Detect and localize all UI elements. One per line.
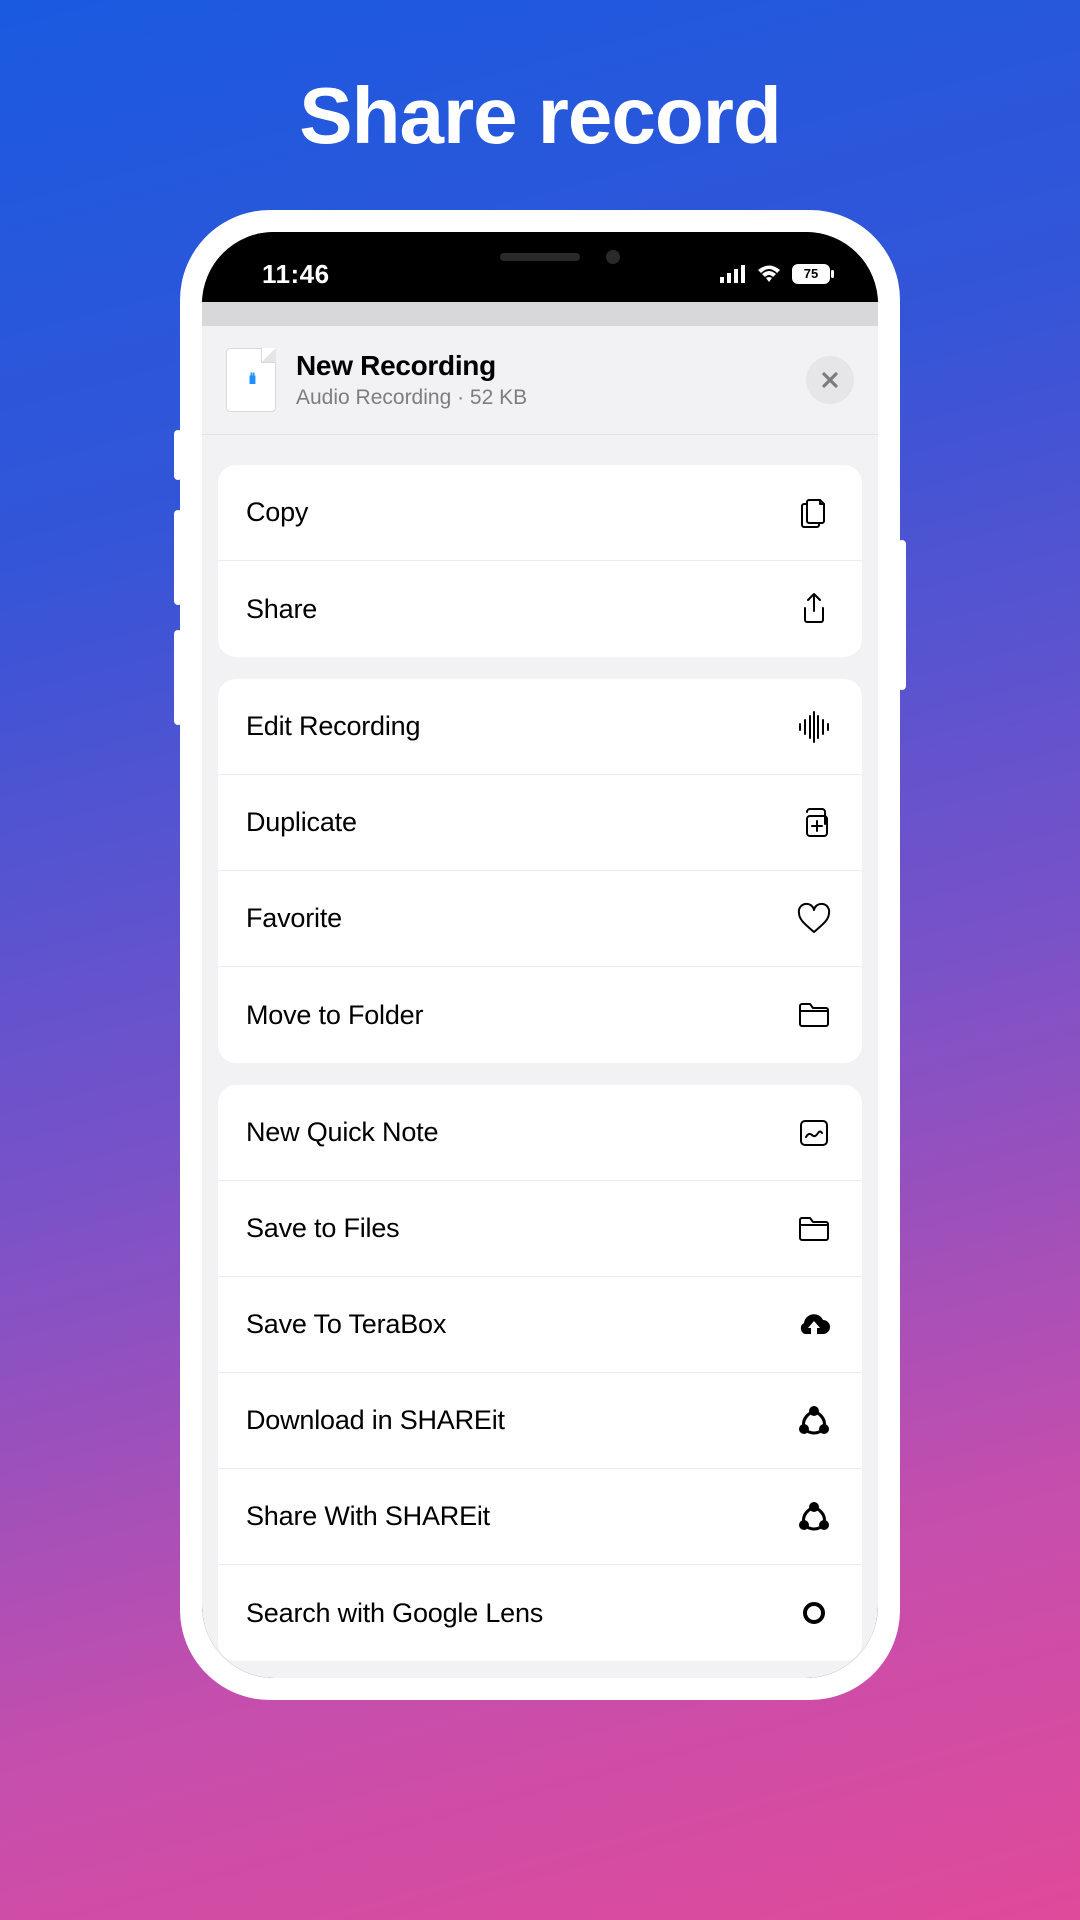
audio-file-icon: ıllılı [226, 348, 276, 412]
shareit-icon [794, 1401, 834, 1441]
battery-icon: 75 [792, 264, 834, 284]
backdrop-hint [202, 302, 878, 326]
quicknote-icon [794, 1113, 834, 1153]
action-label: Search with Google Lens [246, 1598, 543, 1629]
action-save-to-terabox[interactable]: Save To TeraBox [218, 1277, 862, 1373]
waveform-glyph: ıllılı [248, 371, 254, 389]
side-button [174, 630, 182, 725]
file-subtitle: Audio Recording · 52 KB [296, 386, 786, 410]
wifi-icon [756, 264, 782, 284]
lens-icon [794, 1593, 834, 1633]
action-search-google-lens[interactable]: Search with Google Lens [218, 1565, 862, 1661]
file-info: New Recording Audio Recording · 52 KB [296, 350, 786, 410]
action-share[interactable]: Share [218, 561, 862, 657]
side-button [174, 510, 182, 605]
action-label: Copy [246, 497, 308, 528]
page-title: Share record [0, 0, 1080, 162]
cloud-up-icon [794, 1305, 834, 1345]
phone-screen: 11:46 75 ıllılı [202, 232, 878, 1678]
action-group: Edit Recording Duplicate Favorite [218, 679, 862, 1063]
action-group: Copy Share [218, 465, 862, 657]
action-copy[interactable]: Copy [218, 465, 862, 561]
action-save-to-files[interactable]: Save to Files [218, 1181, 862, 1277]
phone-frame: 11:46 75 ıllılı [180, 210, 900, 1700]
action-edit-recording[interactable]: Edit Recording [218, 679, 862, 775]
battery-level: 75 [792, 264, 830, 284]
action-label: Download in SHAREit [246, 1405, 505, 1436]
action-label: Duplicate [246, 807, 357, 838]
folder-icon [794, 1209, 834, 1249]
waveform-icon [794, 707, 834, 747]
shareit-icon [794, 1497, 834, 1537]
close-icon [820, 370, 840, 390]
action-label: Favorite [246, 903, 342, 934]
action-duplicate[interactable]: Duplicate [218, 775, 862, 871]
duplicate-plus-icon [794, 803, 834, 843]
action-share-with-shareit[interactable]: Share With SHAREit [218, 1469, 862, 1565]
sheet-header: ıllılı New Recording Audio Recording · 5… [202, 326, 878, 435]
file-title: New Recording [296, 350, 786, 382]
close-button[interactable] [806, 356, 854, 404]
side-button [898, 540, 906, 690]
action-label: Share With SHAREit [246, 1501, 490, 1532]
status-indicators: 75 [720, 264, 834, 284]
share-sheet: ıllılı New Recording Audio Recording · 5… [202, 302, 878, 1678]
action-label: Save to Files [246, 1213, 399, 1244]
action-move-to-folder[interactable]: Move to Folder [218, 967, 862, 1063]
side-button [174, 430, 182, 480]
share-up-icon [794, 589, 834, 629]
notch [410, 232, 670, 282]
sheet-body: Copy Share Edit Record [202, 435, 878, 1661]
action-new-quick-note[interactable]: New Quick Note [218, 1085, 862, 1181]
cellular-icon [720, 265, 746, 283]
action-group: New Quick Note Save to Files Save To Ter… [218, 1085, 862, 1661]
camera [606, 250, 620, 264]
heart-icon [794, 899, 834, 939]
action-favorite[interactable]: Favorite [218, 871, 862, 967]
copy-docs-icon [794, 493, 834, 533]
folder-icon [794, 995, 834, 1035]
action-label: New Quick Note [246, 1117, 438, 1148]
action-label: Save To TeraBox [246, 1309, 446, 1340]
action-download-shareit[interactable]: Download in SHAREit [218, 1373, 862, 1469]
action-label: Move to Folder [246, 1000, 423, 1031]
action-label: Share [246, 594, 317, 625]
status-time: 11:46 [262, 259, 330, 290]
speaker [500, 253, 580, 261]
action-label: Edit Recording [246, 711, 420, 742]
